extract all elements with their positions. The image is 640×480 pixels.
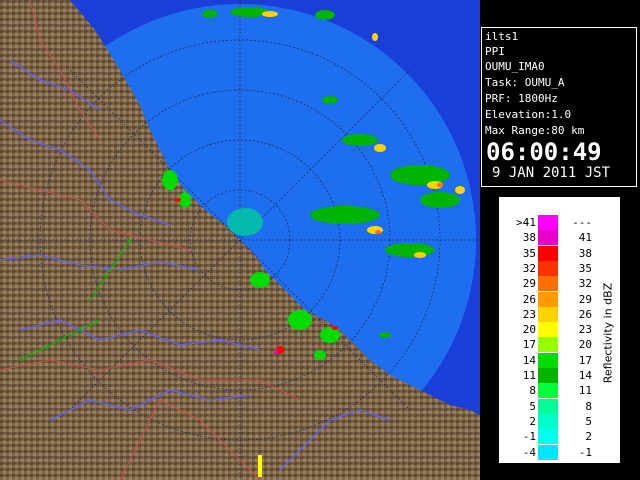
legend-upper-bound: 23 (578, 323, 592, 337)
elevation-value: Elevation:1.0 (485, 108, 572, 121)
legend-lower-bound: 17 (522, 338, 536, 352)
legend-unit-label: Reflectivity in dBZ (601, 282, 615, 384)
legend-upper-bound: 20 (578, 338, 592, 352)
info-panel: ilts1 PPI OUMU_IMA0 Task: OUMU_A PRF: 18… (481, 27, 637, 187)
legend-upper-bound: 5 (585, 414, 592, 428)
site-name: ilts1 (485, 30, 519, 43)
legend-row: 11 14 (500, 368, 600, 383)
legend-row: -4 -1 (500, 444, 600, 460)
legend-color-swatch (538, 429, 558, 445)
legend-row: 58 (500, 398, 600, 414)
legend-row: -1 2 (500, 429, 600, 445)
legend-color-swatch (538, 260, 558, 276)
legend-row: 17 20 (500, 337, 600, 353)
legend-row: 14 17 (500, 352, 600, 368)
legend-lower-bound: 8 (529, 384, 536, 398)
legend-upper-bound: 2 (585, 430, 592, 444)
legend-color-swatch (538, 383, 558, 399)
legend-upper-bound: 8 (585, 399, 592, 413)
legend-upper-bound: 38 (578, 246, 592, 260)
legend-upper-bound: 41 (578, 231, 592, 245)
legend-row: 25 (500, 413, 600, 429)
legend-upper-bound: 35 (578, 261, 592, 275)
legend-lower-bound: 29 (522, 277, 536, 291)
legend-color-swatch (538, 215, 558, 230)
legend-row: 29 32 (500, 276, 600, 292)
legend-color-swatch (538, 230, 558, 246)
legend-upper-bound: 14 (578, 369, 592, 382)
legend-lower-bound: 11 (522, 369, 536, 382)
legend-color-swatch (538, 337, 558, 353)
legend-lower-bound: 35 (522, 246, 536, 260)
legend-lower-bound: 38 (522, 231, 536, 245)
legend-row: 26 29 (500, 291, 600, 307)
task-name: Task: OUMU_A (485, 76, 565, 89)
legend-color-swatch (538, 245, 558, 261)
legend-row: 35 38 (500, 245, 600, 261)
legend-color-swatch (538, 322, 558, 338)
legend-lower-bound: 23 (522, 307, 536, 321)
legend-upper-bound: 29 (578, 292, 592, 306)
product-name: OUMU_IMA0 (485, 60, 545, 73)
legend-color-swatch (538, 352, 558, 368)
legend-lower-bound: 14 (522, 353, 536, 367)
legend-color-swatch (538, 444, 558, 460)
legend-row: >41 --- (500, 215, 600, 230)
legend-unit: Reflectivity in dBZ (600, 258, 616, 408)
legend-lower-bound: -4 (522, 445, 536, 459)
legend-upper-bound: -1 (578, 445, 592, 459)
radar-map (0, 0, 480, 480)
legend-lower-bound: 5 (529, 399, 536, 413)
legend-upper-bound: 11 (578, 384, 592, 398)
legend-row: 32 35 (500, 260, 600, 276)
legend-row: 20 23 (500, 322, 600, 338)
legend-color-swatch (538, 398, 558, 414)
legend-color-swatch (538, 276, 558, 292)
legend-row: 23 26 (500, 306, 600, 322)
legend-lower-bound: -1 (522, 430, 536, 444)
legend-color-swatch (538, 306, 558, 322)
scan-type: PPI (485, 45, 505, 58)
reflectivity-legend: >41 --- 38 41 35 38 32 35 29 32 26 29 23 26 20 23 17 20 14… (499, 197, 620, 463)
prf-value: PRF: 1800Hz (485, 92, 558, 105)
legend-color-swatch (538, 368, 558, 383)
legend-color-swatch (538, 413, 558, 429)
legend-upper-bound: 26 (578, 307, 592, 321)
radar-ppi-display[interactable] (0, 0, 480, 480)
legend-lower-bound: 26 (522, 292, 536, 306)
scan-time: 06:00:49 (486, 138, 602, 166)
legend-lower-bound: 32 (522, 261, 536, 275)
legend-upper-bound: --- (572, 216, 592, 229)
legend-row: 8 11 (500, 383, 600, 399)
legend-lower-bound: 2 (529, 414, 536, 428)
legend-row: 38 41 (500, 230, 600, 246)
legend-upper-bound: 17 (578, 353, 592, 367)
legend-lower-bound: >41 (516, 216, 536, 229)
legend-lower-bound: 20 (522, 323, 536, 337)
legend-upper-bound: 32 (578, 277, 592, 291)
scan-date: 9 JAN 2011 JST (492, 165, 611, 181)
max-range-value: Max Range:80 km (485, 124, 585, 137)
legend-color-swatch (538, 291, 558, 307)
